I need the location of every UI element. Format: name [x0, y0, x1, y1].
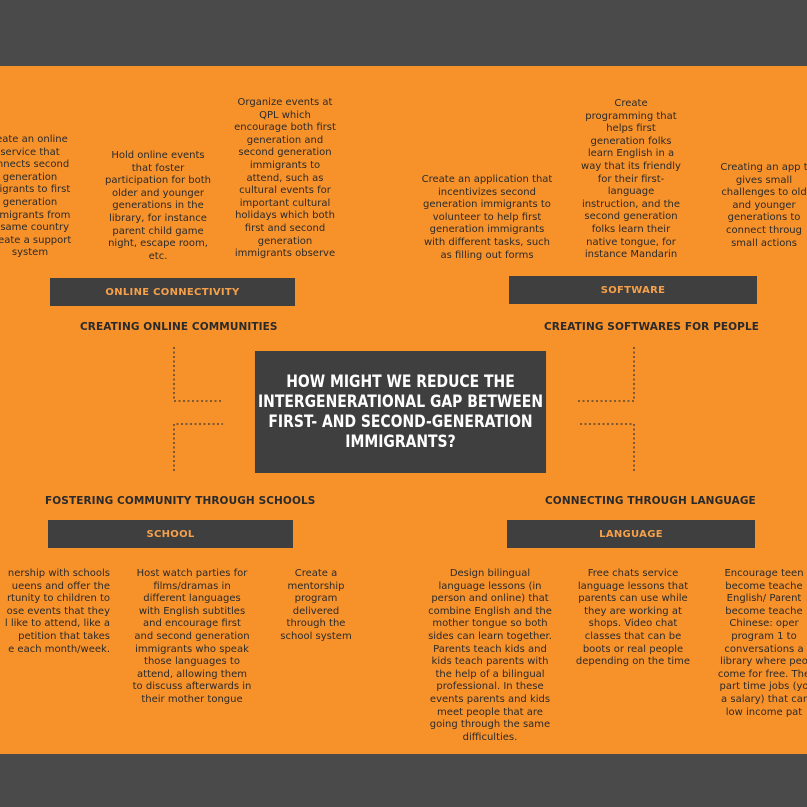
online-connectivity-box: ONLINE CONNECTIVITY [50, 278, 295, 306]
language-note-1: Design bilingual language lessons (in pe… [428, 568, 552, 743]
connector-online [173, 347, 223, 402]
language-subtitle: CONNECTING THROUGH LANGUAGE [545, 495, 756, 507]
software-box: SOFTWARE [509, 276, 757, 304]
orange-canvas: reate an online service that onnects sec… [0, 66, 807, 754]
software-subtitle: CREATING SOFTWARES FOR PEOPLE [544, 321, 760, 333]
software-note-1: Create an application that incentivizes … [421, 174, 553, 261]
software-note-3: Creating an app t gives small challenges… [720, 162, 807, 249]
school-note-3: Create a mentorship program delivered th… [280, 568, 352, 642]
school-subtitle: FOSTERING COMMUNITY THROUGH SCHOOLS [45, 495, 316, 507]
connector-language [578, 423, 635, 471]
online-note-2: Hold online events that foster participa… [104, 150, 212, 262]
language-box: LANGUAGE [507, 520, 755, 548]
online-note-3: Organize events at QPL which encourage b… [234, 97, 336, 260]
central-question-box: HOW MIGHT WE REDUCE THE INTERGENERATIONA… [254, 351, 547, 473]
school-note-1: nership with schools ueens and offer the… [4, 568, 110, 655]
connector-software [578, 347, 635, 402]
software-note-2: Create programming that helps first gene… [581, 98, 681, 261]
central-question: HOW MIGHT WE REDUCE THE INTERGENERATIONA… [257, 372, 544, 452]
language-note-3: Encourage teen become teache English/ Pa… [717, 568, 807, 718]
online-note-1: reate an online service that onnects sec… [0, 134, 72, 259]
school-box: SCHOOL [48, 520, 293, 548]
school-note-2: Host watch parties for films/dramas in d… [132, 568, 252, 705]
language-note-2: Free chats service language lessons that… [575, 568, 691, 668]
online-subtitle: CREATING ONLINE COMMUNITIES [80, 321, 278, 333]
connector-school [173, 423, 223, 471]
